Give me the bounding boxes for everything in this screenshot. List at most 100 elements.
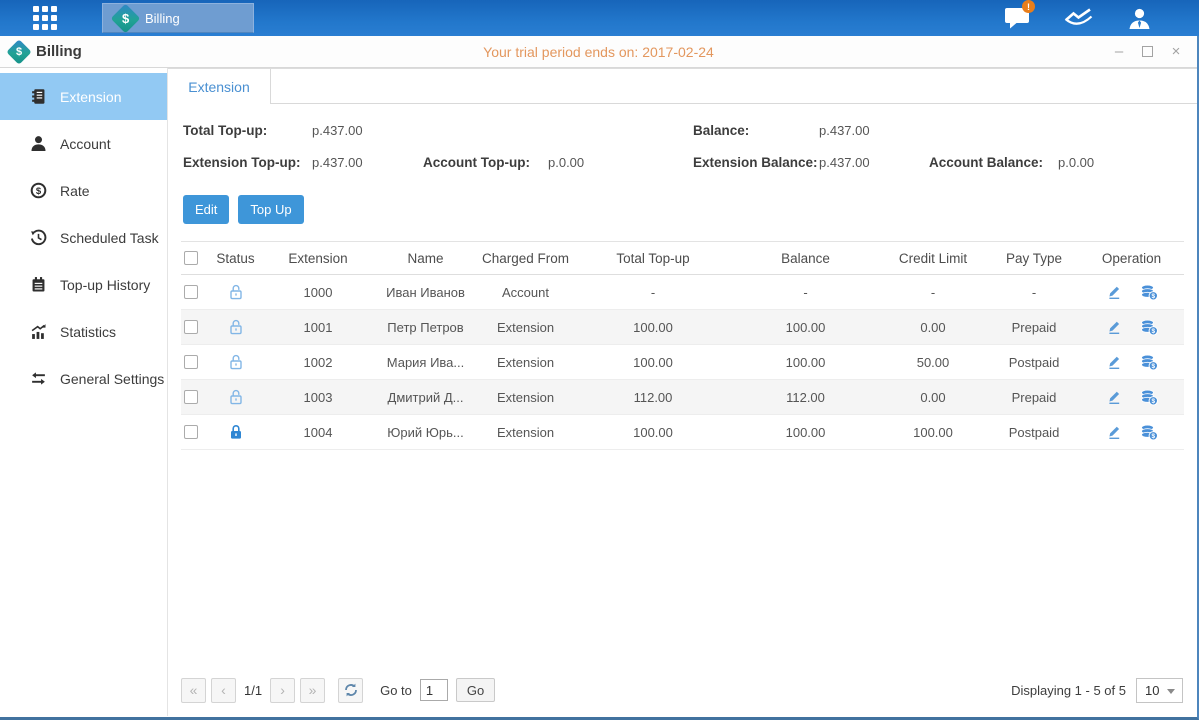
svg-text:$: $	[1151, 398, 1155, 405]
top-up-coins-icon[interactable]: $	[1140, 319, 1158, 336]
charged-from-cell: Extension	[478, 355, 573, 370]
name-cell: Юрий Юрь...	[373, 425, 478, 440]
header-charged-from[interactable]: Charged From	[478, 251, 573, 266]
bar-chart-icon	[29, 323, 47, 340]
maximize-icon[interactable]	[1142, 46, 1153, 57]
app-grid-icon[interactable]	[33, 6, 57, 30]
account-topup-label: Account Top-up:	[423, 155, 530, 170]
row-checkbox[interactable]	[184, 355, 198, 369]
tab-strip: Extension	[168, 68, 1197, 104]
user-icon[interactable]	[1123, 6, 1155, 30]
sidebar-item-label: Scheduled Task	[60, 230, 159, 246]
person-icon	[29, 135, 47, 152]
row-checkbox[interactable]	[184, 285, 198, 299]
table-row: 1001 Петр Петров Extension 100.00 100.00…	[181, 310, 1184, 345]
top-up-button[interactable]: Top Up	[238, 195, 303, 224]
table-row: 1003 Дмитрий Д... Extension 112.00 112.0…	[181, 380, 1184, 415]
first-page-button[interactable]: «	[181, 678, 206, 703]
sidebar-item-label: Rate	[60, 183, 90, 199]
balance-summary: Total Top-up: p.437.00 Balance: p.437.00…	[168, 104, 1197, 192]
header-balance[interactable]: Balance	[733, 251, 878, 266]
unlocked-icon	[227, 283, 245, 301]
tab-extension[interactable]: Extension	[168, 69, 271, 104]
extension-topup-label: Extension Top-up:	[183, 155, 301, 170]
sidebar-item-label: Statistics	[60, 324, 116, 340]
total-topup-value: p.437.00	[312, 123, 363, 138]
svg-text:$: $	[1151, 293, 1155, 300]
pay-type-cell: -	[988, 285, 1080, 300]
header-pay-type[interactable]: Pay Type	[988, 251, 1080, 266]
tab-extension-label: Extension	[188, 79, 249, 95]
status-cell	[208, 388, 263, 406]
sidebar-item-rate[interactable]: $ Rate	[0, 167, 167, 214]
edit-pencil-icon[interactable]	[1106, 284, 1122, 300]
sidebar-item-scheduled-task[interactable]: Scheduled Task	[0, 214, 167, 261]
top-up-coins-icon[interactable]: $	[1140, 354, 1158, 371]
sidebar-item-statistics[interactable]: Statistics	[0, 308, 167, 355]
next-page-button[interactable]: ›	[270, 678, 295, 703]
edit-pencil-icon[interactable]	[1106, 354, 1122, 370]
main-content: Extension Total Top-up: p.437.00 Balance…	[168, 68, 1197, 716]
credit-limit-cell: 50.00	[878, 355, 988, 370]
top-up-coins-icon[interactable]: $	[1140, 389, 1158, 406]
refresh-icon[interactable]	[338, 678, 363, 703]
trial-period-message: Your trial period ends on: 2017-02-24	[0, 44, 1197, 60]
sidebar-item-account[interactable]: Account	[0, 120, 167, 167]
extension-cell: 1003	[263, 390, 373, 405]
balance-cell: -	[733, 285, 878, 300]
pay-type-cell: Prepaid	[988, 390, 1080, 405]
charged-from-cell: Extension	[478, 320, 573, 335]
notepad-icon	[29, 276, 47, 293]
go-button[interactable]: Go	[456, 678, 495, 702]
total-topup-cell: 100.00	[573, 425, 733, 440]
header-total-topup[interactable]: Total Top-up	[573, 251, 733, 266]
sidebar: Extension Account $ Rate Scheduled Task	[0, 68, 168, 716]
top-up-coins-icon[interactable]: $	[1140, 284, 1158, 301]
credit-limit-cell: 0.00	[878, 320, 988, 335]
sidebar-item-extension[interactable]: Extension	[0, 73, 167, 120]
chart-icon[interactable]	[1062, 6, 1094, 30]
table-row: 1004 Юрий Юрь... Extension 100.00 100.00…	[181, 415, 1184, 450]
pagination-bar: « ‹ 1/1 › » Go to Go Displaying 1 - 5 of…	[168, 670, 1197, 716]
header-extension[interactable]: Extension	[263, 251, 373, 266]
billing-window: $ Billing Your trial period ends on: 201…	[0, 36, 1199, 720]
sidebar-item-topup-history[interactable]: Top-up History	[0, 261, 167, 308]
close-icon[interactable]: ×	[1169, 45, 1183, 59]
header-operation: Operation	[1080, 251, 1183, 266]
page-size-select[interactable]: 10	[1136, 678, 1183, 703]
prev-page-button[interactable]: ‹	[211, 678, 236, 703]
billing-app-tab-label: Billing	[145, 11, 180, 26]
ledger-icon	[29, 88, 47, 105]
unlocked-icon	[227, 318, 245, 336]
table-row: 1000 Иван Иванов Account - - - - $	[181, 275, 1184, 310]
edit-pencil-icon[interactable]	[1106, 389, 1122, 405]
edit-pencil-icon[interactable]	[1106, 424, 1122, 440]
extension-cell: 1001	[263, 320, 373, 335]
total-topup-cell: 100.00	[573, 355, 733, 370]
row-checkbox[interactable]	[184, 425, 198, 439]
top-bar: $ Billing !	[0, 0, 1199, 36]
status-cell	[208, 318, 263, 336]
billing-app-tab[interactable]: $ Billing	[102, 3, 254, 33]
select-all-checkbox[interactable]	[184, 251, 198, 265]
action-buttons: Edit Top Up	[183, 195, 1197, 224]
page-indicator: 1/1	[244, 683, 262, 698]
edit-pencil-icon[interactable]	[1106, 319, 1122, 335]
edit-button[interactable]: Edit	[183, 195, 229, 224]
row-checkbox[interactable]	[184, 320, 198, 334]
row-checkbox[interactable]	[184, 390, 198, 404]
minimize-icon[interactable]: –	[1112, 45, 1126, 59]
goto-page-input[interactable]	[420, 679, 448, 701]
extension-cell: 1002	[263, 355, 373, 370]
last-page-button[interactable]: »	[300, 678, 325, 703]
top-up-coins-icon[interactable]: $	[1140, 424, 1158, 441]
header-name[interactable]: Name	[373, 251, 478, 266]
charged-from-cell: Extension	[478, 425, 573, 440]
header-credit-limit[interactable]: Credit Limit	[878, 251, 988, 266]
charged-from-cell: Account	[478, 285, 573, 300]
sidebar-item-general-settings[interactable]: General Settings	[0, 355, 167, 402]
locked-icon	[227, 423, 245, 441]
chevron-down-icon	[1167, 689, 1175, 694]
chat-icon[interactable]: !	[1001, 6, 1033, 30]
header-status[interactable]: Status	[208, 251, 263, 266]
